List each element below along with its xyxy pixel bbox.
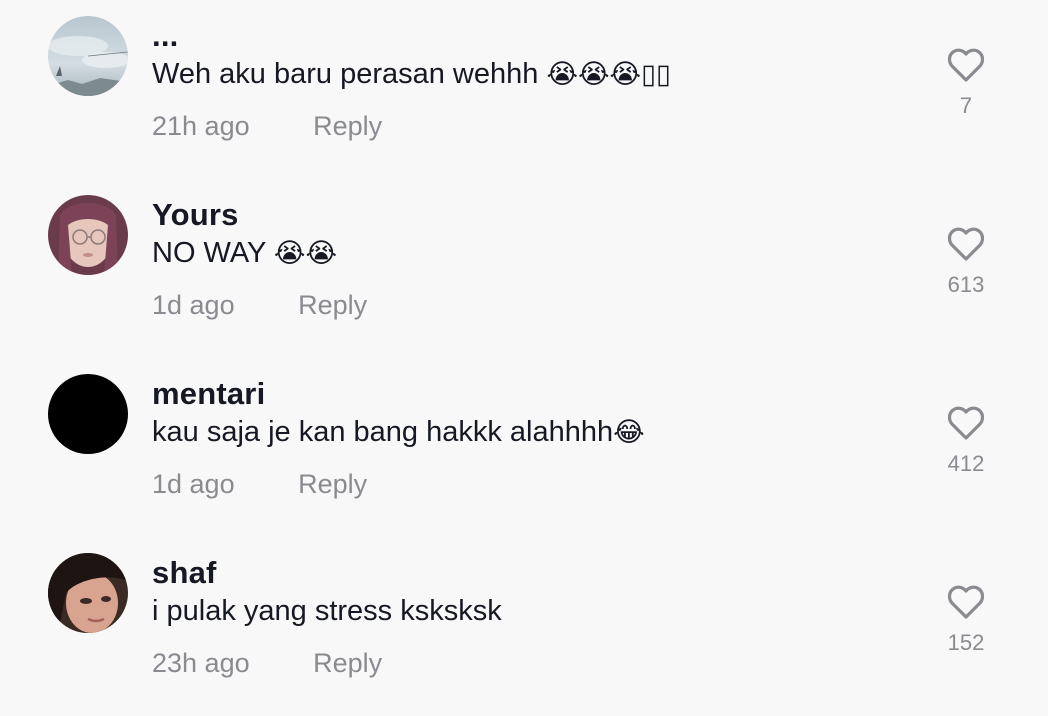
- comment-item: shaf i pulak yang stress ksksksk 23h ago…: [0, 537, 1048, 716]
- comment-emojis: 😭😭😭▯▯: [546, 59, 671, 90]
- comment-timestamp: 1d ago: [152, 290, 235, 320]
- comment-meta: 21h ago Reply: [152, 108, 382, 144]
- heart-icon[interactable]: [946, 46, 986, 86]
- reply-button[interactable]: Reply: [298, 466, 367, 502]
- avatar[interactable]: [48, 16, 128, 96]
- comment-item: Yours NO WAY 😭😭 1d ago Reply 613: [0, 179, 1048, 358]
- comment-emojis: 😭😭: [273, 238, 338, 269]
- comment-timestamp: 21h ago: [152, 111, 250, 141]
- like-count: 7: [959, 93, 973, 118]
- comment-meta: 1d ago Reply: [152, 466, 367, 502]
- reply-button[interactable]: Reply: [298, 287, 367, 323]
- comment-emojis: 😂: [613, 417, 645, 448]
- comment-text: Weh aku baru perasan wehhh 😭😭😭▯▯: [152, 54, 671, 95]
- comment-timestamp: 23h ago: [152, 648, 250, 678]
- comment-item: ... Weh aku baru perasan wehhh 😭😭😭▯▯ 21h…: [0, 0, 1048, 179]
- comment-text: kau saja je kan bang hakkk alahhhh😂: [152, 412, 645, 453]
- like-control: 613: [930, 225, 1002, 299]
- comment-meta: 23h ago Reply: [152, 645, 382, 681]
- comment-username[interactable]: shaf: [152, 555, 217, 591]
- comment-username[interactable]: ...: [152, 18, 178, 54]
- comment-meta: 1d ago Reply: [152, 287, 367, 323]
- like-count: 152: [947, 630, 985, 655]
- like-control: 7: [930, 46, 1002, 120]
- comment-text: i pulak yang stress ksksksk: [152, 591, 502, 632]
- comment-text: NO WAY 😭😭: [152, 233, 337, 274]
- reply-button[interactable]: Reply: [313, 645, 382, 681]
- comment-username[interactable]: mentari: [152, 376, 265, 412]
- like-count: 412: [947, 451, 985, 476]
- heart-icon[interactable]: [946, 583, 986, 623]
- like-count: 613: [947, 272, 985, 297]
- heart-icon[interactable]: [946, 225, 986, 265]
- avatar[interactable]: [48, 374, 128, 454]
- comment-text-body: kau saja je kan bang hakkk alahhhh: [152, 416, 614, 448]
- like-control: 412: [930, 404, 1002, 478]
- comment-text-body: Weh aku baru perasan wehhh: [152, 58, 547, 90]
- avatar[interactable]: [48, 195, 128, 275]
- heart-icon[interactable]: [946, 404, 986, 444]
- like-control: 152: [930, 583, 1002, 657]
- comment-text-body: NO WAY: [152, 237, 274, 269]
- reply-button[interactable]: Reply: [313, 108, 382, 144]
- avatar[interactable]: [48, 553, 128, 633]
- comment-username[interactable]: Yours: [152, 197, 239, 233]
- comment-timestamp: 1d ago: [152, 469, 235, 499]
- comment-text-body: i pulak yang stress ksksksk: [152, 595, 502, 627]
- comment-list: ... Weh aku baru perasan wehhh 😭😭😭▯▯ 21h…: [0, 0, 1048, 714]
- comment-item: mentari kau saja je kan bang hakkk alahh…: [0, 358, 1048, 537]
